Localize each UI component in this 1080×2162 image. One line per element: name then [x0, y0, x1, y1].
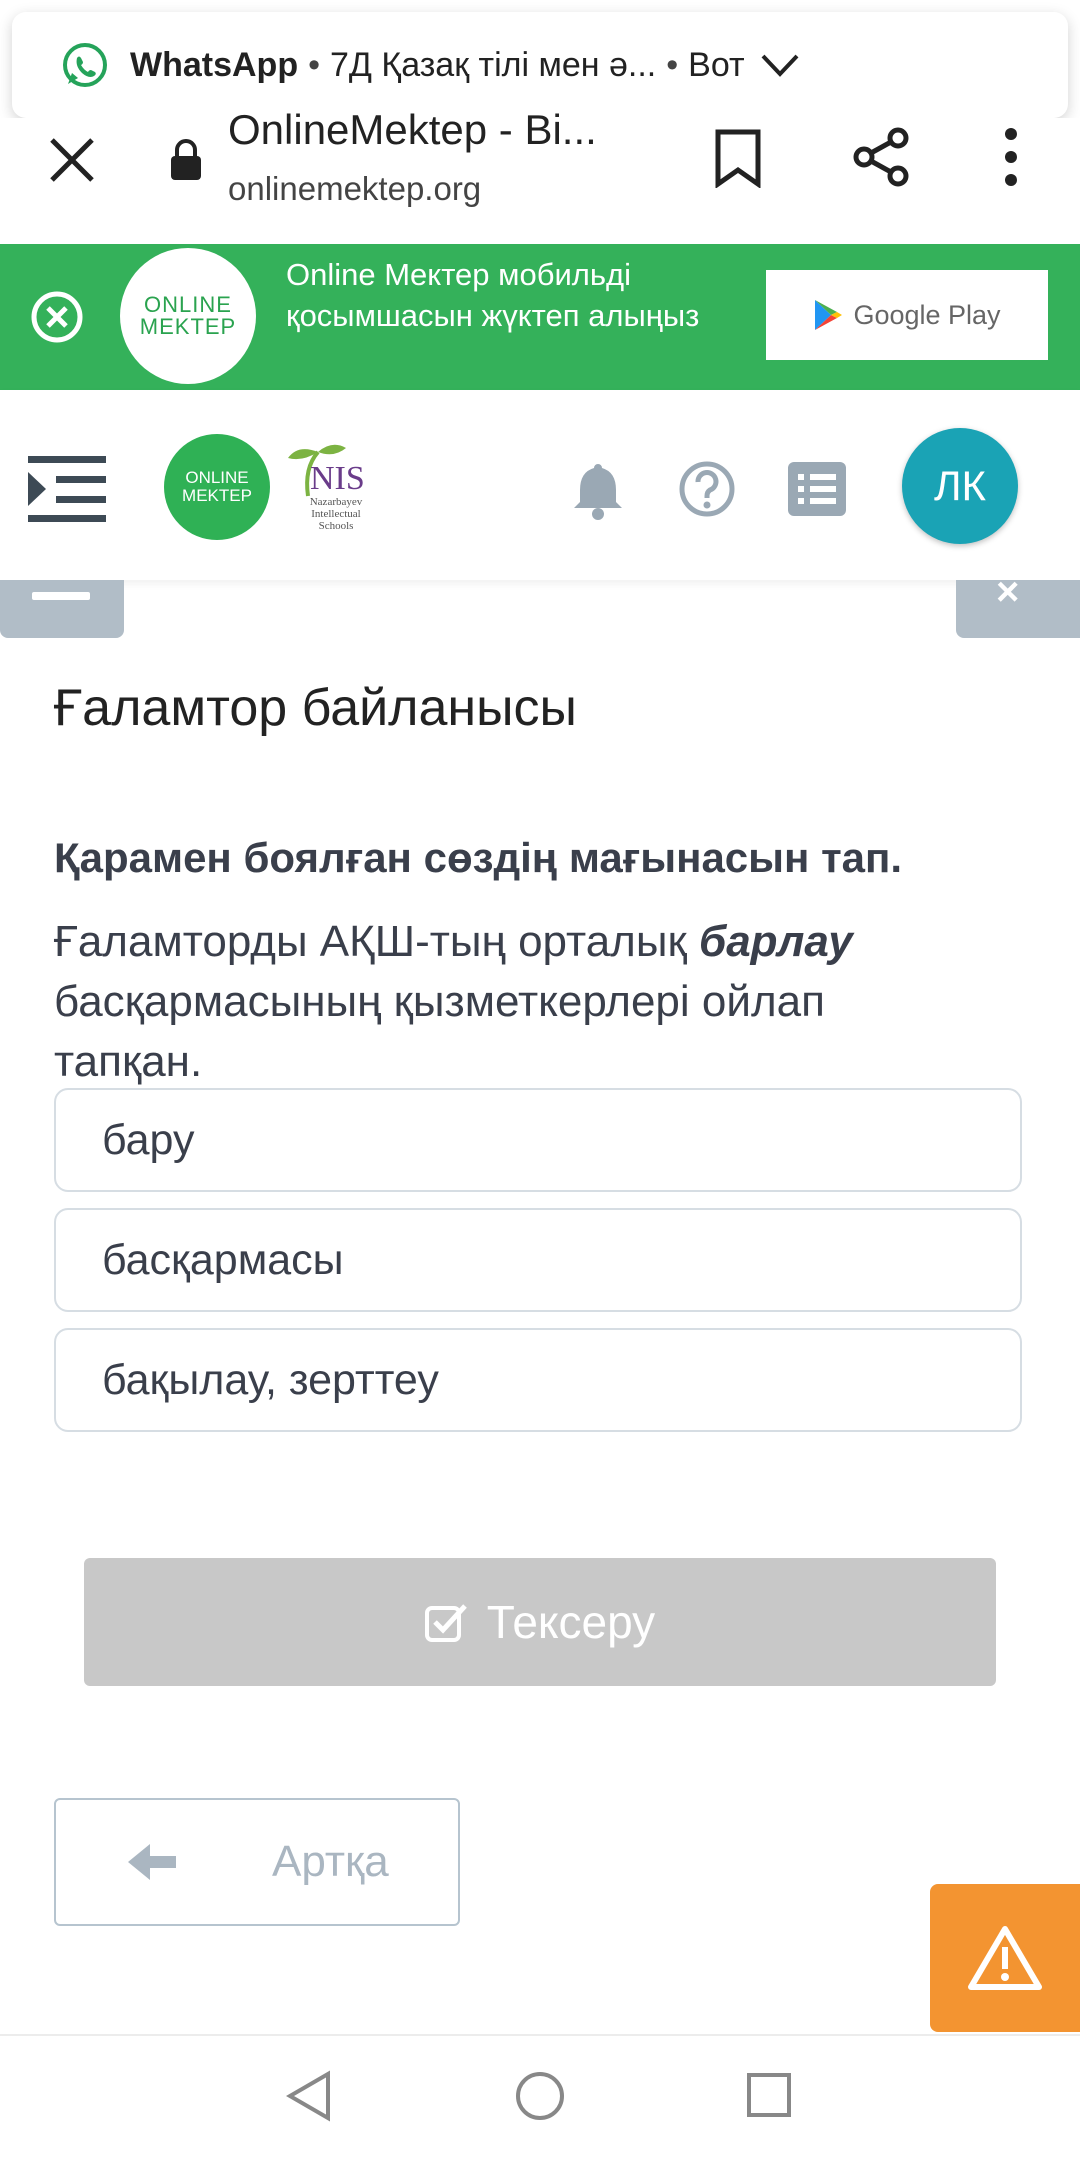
list-icon[interactable]	[788, 462, 846, 516]
check-button-label: Тексеру	[486, 1596, 656, 1648]
notification-message: 7Д Қазақ тілі мен ә...	[330, 45, 657, 84]
collapse-tab-button[interactable]	[0, 580, 124, 638]
highlighted-word: барлау	[698, 917, 853, 966]
onlinemektep-logo[interactable]: ONLINE MEKTEP	[164, 434, 270, 540]
question-sentence: Ғаламторды АҚШ-тың орталық барлау басқар…	[54, 912, 954, 1092]
menu-icon[interactable]	[28, 454, 106, 524]
logo-line: MEKTEP	[139, 314, 237, 339]
answer-option[interactable]: бақылау, зерттеу	[54, 1328, 1022, 1432]
answer-option[interactable]: бару	[54, 1088, 1022, 1192]
sentence-part: басқармасының қызметкерлері ойлап тапқан…	[54, 977, 825, 1086]
nav-home-icon[interactable]	[514, 2070, 566, 2122]
answer-option[interactable]: басқармасы	[54, 1208, 1022, 1312]
whatsapp-icon	[63, 43, 107, 87]
arrow-left-icon	[128, 1844, 176, 1880]
close-icon[interactable]	[44, 132, 100, 188]
bell-icon[interactable]	[570, 458, 626, 520]
question-text: Қарамен боялған сөздің мағынасын тап.	[54, 834, 903, 881]
lock-icon	[171, 139, 201, 180]
onlinemektep-logo: ONLINE MEKTEP	[120, 248, 256, 384]
close-icon: ×	[996, 570, 1020, 614]
minus-icon	[32, 592, 90, 600]
logo-line: MEKTEP	[182, 486, 252, 505]
logo-line: ONLINE	[185, 468, 249, 487]
lesson-title: Ғаламтор байланысы	[54, 679, 577, 737]
close-tab-button[interactable]: ×	[956, 570, 1080, 638]
chevron-down-icon[interactable]	[759, 50, 801, 80]
whatsapp-notification[interactable]: WhatsApp • 7Д Қазақ тілі мен ә... • Вот	[12, 12, 1068, 118]
back-button[interactable]: Артқа	[54, 1798, 460, 1926]
checkbox-icon	[424, 1604, 467, 1642]
url-text[interactable]: onlinemektep.org	[228, 170, 481, 208]
back-button-label: Артқа	[272, 1837, 389, 1886]
check-button[interactable]: Тексеру	[84, 1558, 996, 1686]
google-play-button[interactable]: Google Play	[766, 270, 1048, 360]
banner-text: Online Mектер мобильді қосымшасын жүктеп…	[286, 257, 700, 333]
nis-logo-text: NIS	[310, 460, 365, 497]
help-icon[interactable]	[678, 460, 736, 518]
sentence-part: Ғаламторды АҚШ-тың орталық	[54, 917, 699, 966]
separator-dot: •	[308, 45, 320, 84]
bookmark-icon[interactable]	[712, 128, 764, 188]
close-circle-icon[interactable]	[30, 290, 84, 344]
avatar[interactable]: ЛК	[902, 428, 1018, 544]
logo-line: ONLINE	[144, 292, 232, 317]
nav-back-icon[interactable]	[286, 2070, 332, 2122]
notification-app-name: WhatsApp	[130, 45, 299, 84]
report-button[interactable]	[930, 1884, 1080, 2032]
nav-recent-apps-icon[interactable]	[746, 2072, 792, 2118]
warning-icon	[968, 1926, 1042, 1990]
separator-dot: •	[666, 45, 679, 84]
notification-sender: Вот	[688, 45, 745, 84]
google-play-icon	[815, 300, 843, 330]
google-play-label: Google Play	[853, 299, 1001, 330]
share-icon[interactable]	[852, 126, 912, 188]
page-title-browser[interactable]: OnlineMektep - Bi...	[228, 106, 597, 154]
more-options-icon[interactable]	[996, 126, 1026, 188]
nis-subtitle: Nazarbayev Intellectual Schools	[309, 496, 363, 532]
